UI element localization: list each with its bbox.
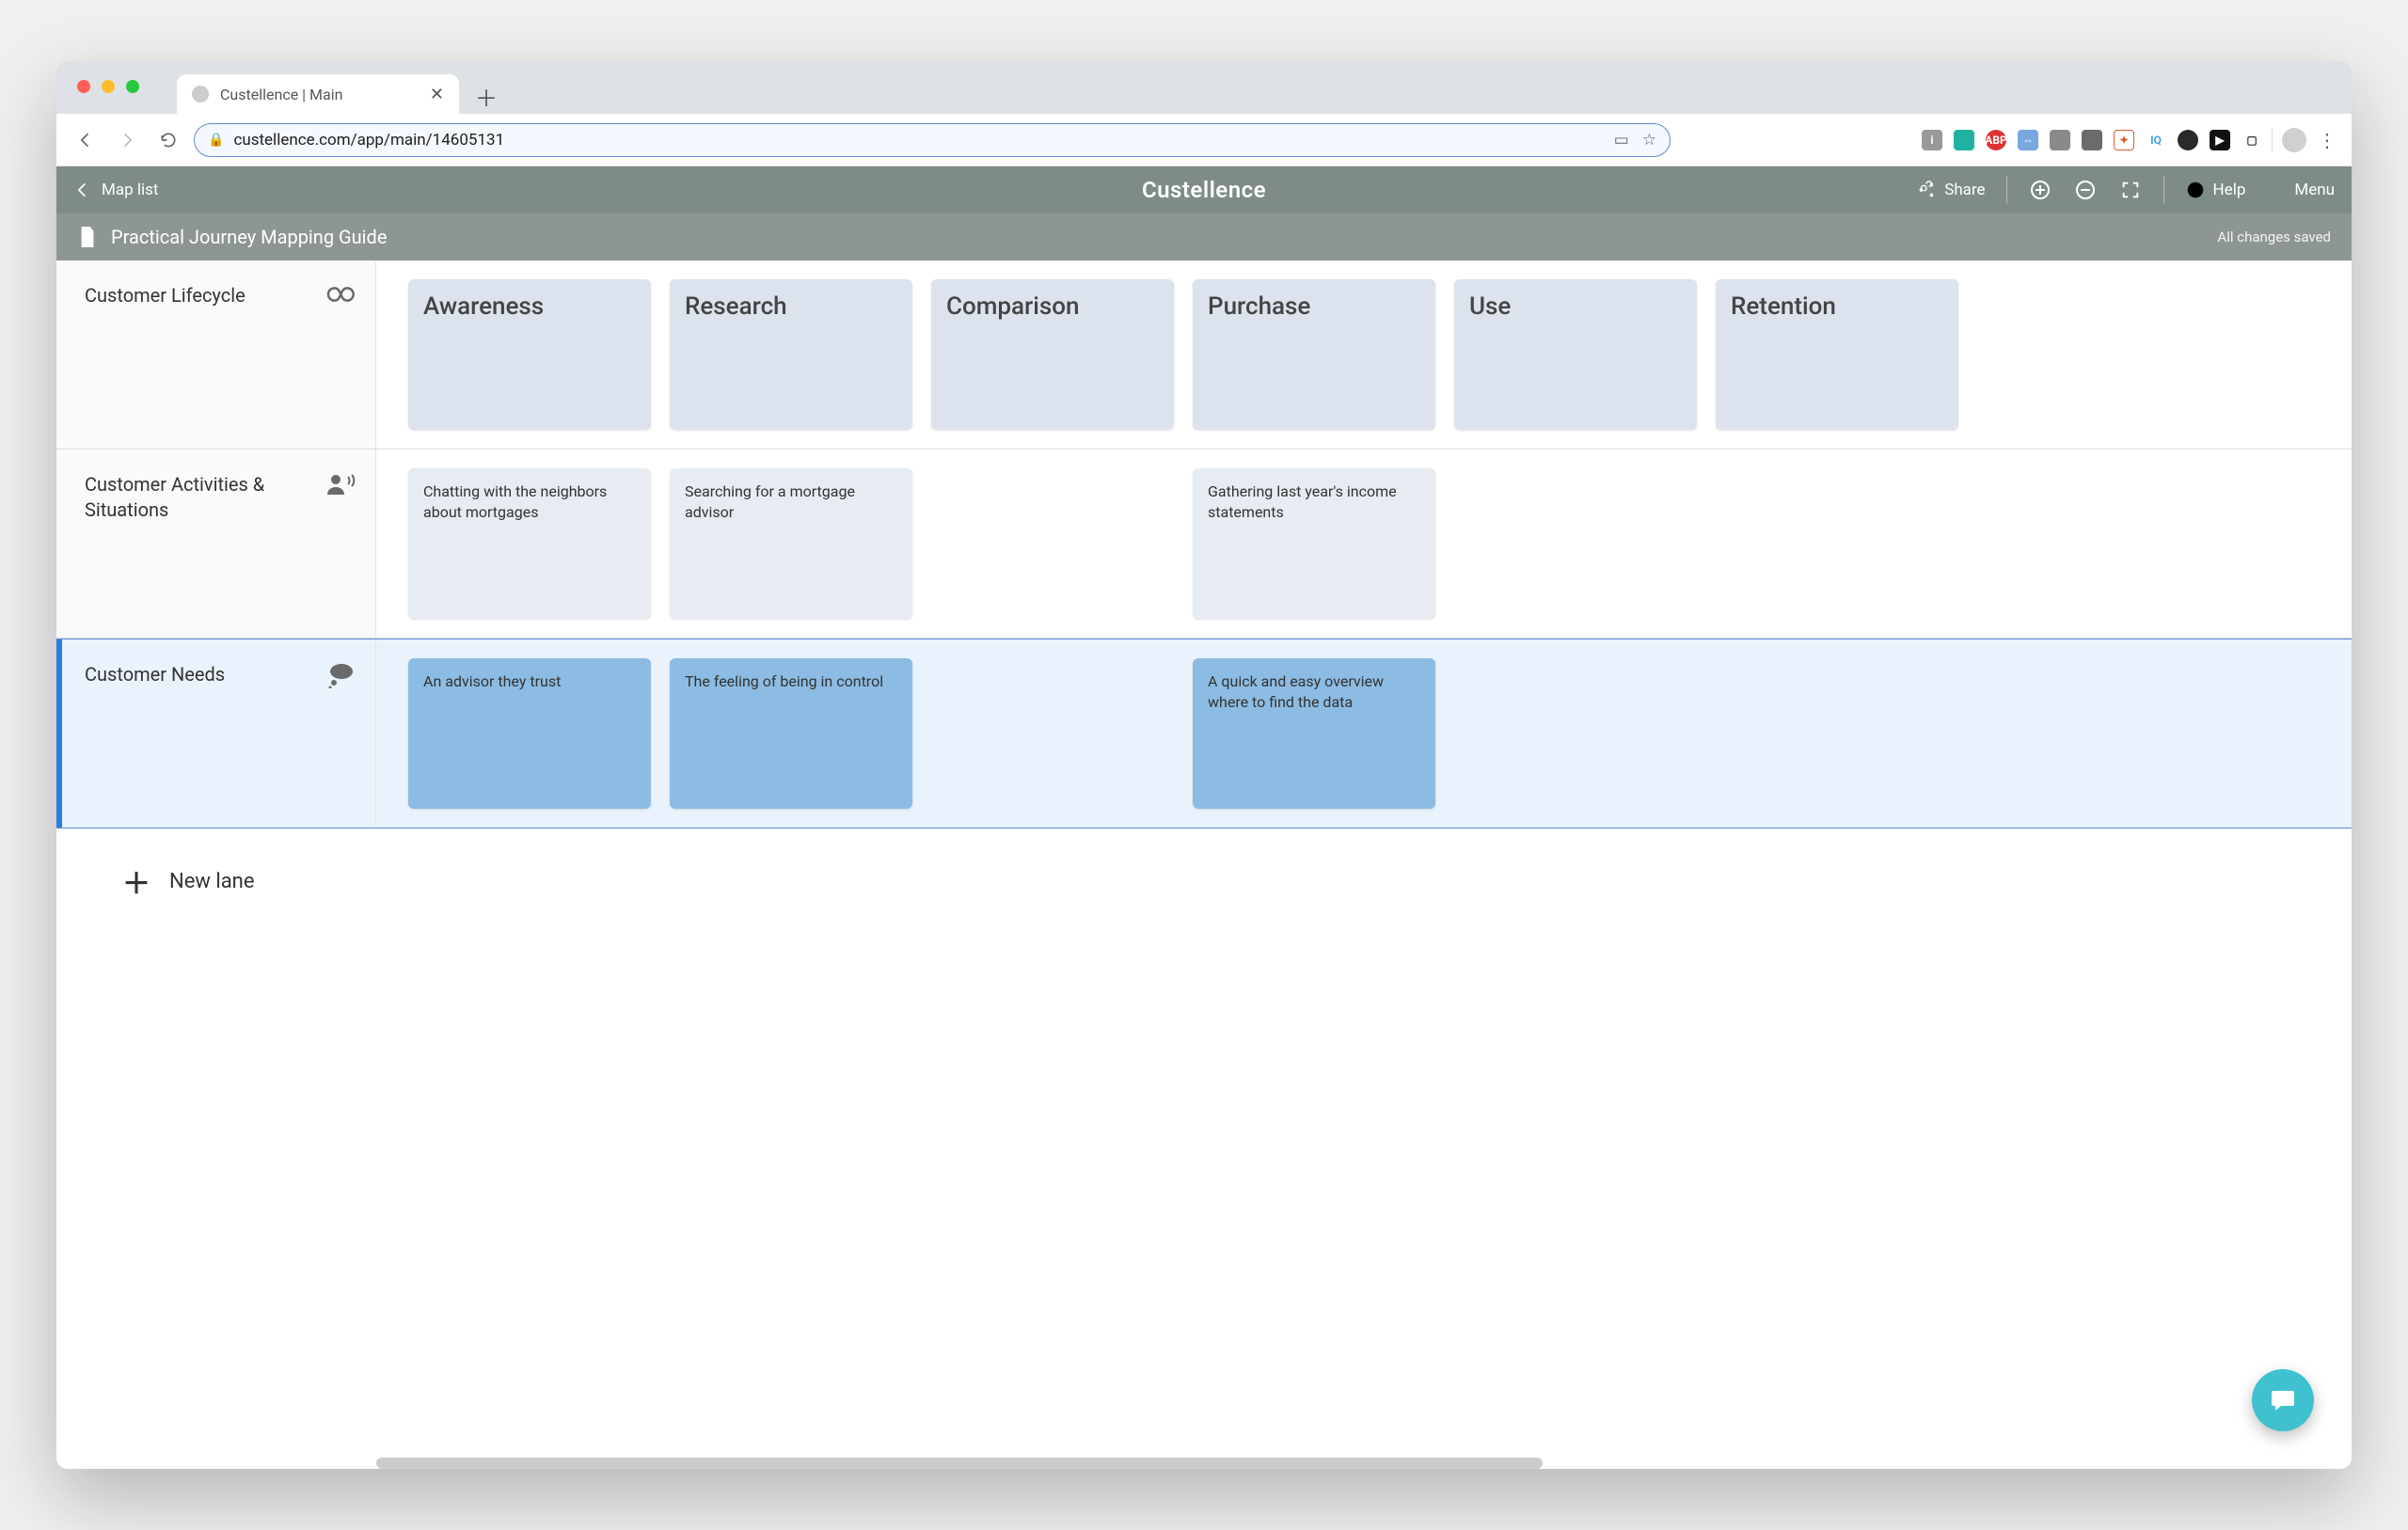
window-maximize-button[interactable] (126, 80, 139, 93)
lane-title[interactable]: Customer Activities & Situations (85, 472, 311, 523)
app-brand: Custellence (1142, 177, 1266, 203)
lock-icon: 🔒 (208, 133, 224, 148)
nav-reload-button[interactable] (152, 124, 184, 156)
fullscreen-button[interactable] (2118, 178, 2143, 202)
share-icon (1916, 180, 1937, 200)
empty-slot[interactable] (931, 658, 1174, 809)
nav-forward-button[interactable] (111, 124, 143, 156)
map-list-link[interactable]: Map list (73, 181, 158, 199)
profile-avatar[interactable] (2282, 128, 2306, 152)
browser-tab[interactable]: Custellence | Main ✕ (177, 74, 459, 114)
phase-card[interactable]: Comparison (931, 279, 1174, 430)
document-icon (77, 225, 98, 249)
document-title[interactable]: Practical Journey Mapping Guide (111, 226, 387, 248)
horizontal-scrollbar[interactable] (376, 1458, 1543, 1469)
phase-card[interactable]: Purchase (1193, 279, 1435, 430)
need-card[interactable]: An advisor they trust (408, 658, 651, 809)
person-speaking-icon (325, 472, 356, 500)
infinity-icon (319, 283, 356, 309)
window-close-button[interactable] (77, 80, 90, 93)
phase-card[interactable]: Awareness (408, 279, 651, 430)
help-label: Help (2213, 181, 2246, 199)
share-button[interactable]: Share (1916, 180, 1985, 200)
map-list-label: Map list (102, 181, 158, 199)
ext-play-icon[interactable]: ▶ (2210, 130, 2230, 150)
reader-mode-icon[interactable]: ▭ (1614, 131, 1629, 150)
lane-lifecycle[interactable]: Customer Lifecycle Awareness Research Co… (56, 260, 2352, 450)
arrow-left-icon (76, 131, 95, 150)
arrow-left-icon (73, 181, 92, 199)
browser-toolbar: 🔒 custellence.com/app/main/14605131 ▭ ☆ … (56, 114, 2352, 166)
plus-icon: ＋ (122, 860, 150, 902)
extension-icons: i ABP ⇔ ✦ IQ ▶ ▢ (1922, 130, 2262, 150)
chat-support-button[interactable] (2252, 1369, 2314, 1431)
reload-icon (159, 131, 178, 150)
empty-slot[interactable] (931, 468, 1174, 619)
favicon-icon (192, 86, 209, 103)
phase-card[interactable]: Retention (1716, 279, 1958, 430)
ext-circle-icon[interactable] (2178, 130, 2198, 150)
activity-card[interactable]: Chatting with the neighbors about mortga… (408, 468, 651, 619)
zoom-in-button[interactable] (2028, 178, 2052, 202)
menu-button[interactable]: Menu (2266, 180, 2335, 200)
ext-link-icon[interactable]: ⇔ (2018, 130, 2038, 150)
lane-title[interactable]: Customer Lifecycle (85, 283, 306, 308)
ext-iq-icon[interactable]: IQ (2146, 130, 2166, 150)
phase-card[interactable]: Use (1454, 279, 1697, 430)
window-minimize-button[interactable] (102, 80, 115, 93)
lane-activities[interactable]: Customer Activities & Situations Chattin… (56, 450, 2352, 639)
zoom-out-button[interactable] (2073, 178, 2098, 202)
add-lane-label: New lane (169, 870, 254, 893)
hamburger-icon (2266, 180, 2287, 200)
ext-teal-icon[interactable] (1954, 130, 1974, 150)
expand-icon (2120, 180, 2141, 200)
phase-card[interactable]: Research (670, 279, 912, 430)
browser-tabbar: Custellence | Main ✕ ＋ (56, 61, 2352, 114)
ext-frame-icon[interactable]: ▢ (2242, 130, 2262, 150)
url-text: custellence.com/app/main/14605131 (233, 131, 504, 150)
app-topbar: Map list Custellence Share Help Menu (56, 166, 2352, 213)
ext-orange-icon[interactable]: ✦ (2114, 130, 2134, 150)
add-lane-button[interactable]: ＋ New lane (56, 828, 2352, 934)
minus-circle-icon (2074, 179, 2097, 201)
ext-dark-icon[interactable] (2082, 130, 2102, 150)
document-bar: Practical Journey Mapping Guide All chan… (56, 213, 2352, 260)
need-card[interactable]: The feeling of being in control (670, 658, 912, 809)
tab-title: Custellence | Main (220, 86, 342, 103)
bookmark-star-icon[interactable]: ☆ (1642, 131, 1656, 150)
need-card[interactable]: A quick and easy overview where to find … (1193, 658, 1435, 809)
ext-abp-icon[interactable]: ABP (1986, 130, 2006, 150)
help-icon (2185, 180, 2206, 200)
lane-title[interactable]: Customer Needs (85, 662, 313, 687)
chat-icon (2268, 1385, 2298, 1415)
nav-back-button[interactable] (70, 124, 102, 156)
lane-needs[interactable]: Customer Needs An advisor they trust The… (56, 639, 2352, 828)
address-bar[interactable]: 🔒 custellence.com/app/main/14605131 ▭ ☆ (194, 123, 1671, 157)
menu-label: Menu (2294, 181, 2335, 199)
save-status: All changes saved (2217, 229, 2331, 245)
new-tab-button[interactable]: ＋ (468, 78, 504, 114)
arrow-right-icon (118, 131, 136, 150)
tab-close-icon[interactable]: ✕ (430, 85, 444, 104)
activity-card[interactable]: Searching for a mortgage advisor (670, 468, 912, 619)
ext-gray-icon[interactable] (2050, 130, 2070, 150)
help-button[interactable]: Help (2185, 180, 2246, 200)
activity-card[interactable]: Gathering last year's income statements (1193, 468, 1435, 619)
thought-bubble-icon (326, 662, 356, 692)
ext-info-icon[interactable]: i (1922, 130, 1942, 150)
browser-menu-button[interactable]: ⋮ (2316, 129, 2338, 151)
plus-circle-icon (2029, 179, 2052, 201)
share-label: Share (1944, 181, 1985, 199)
journey-canvas: Customer Lifecycle Awareness Research Co… (56, 260, 2352, 1469)
